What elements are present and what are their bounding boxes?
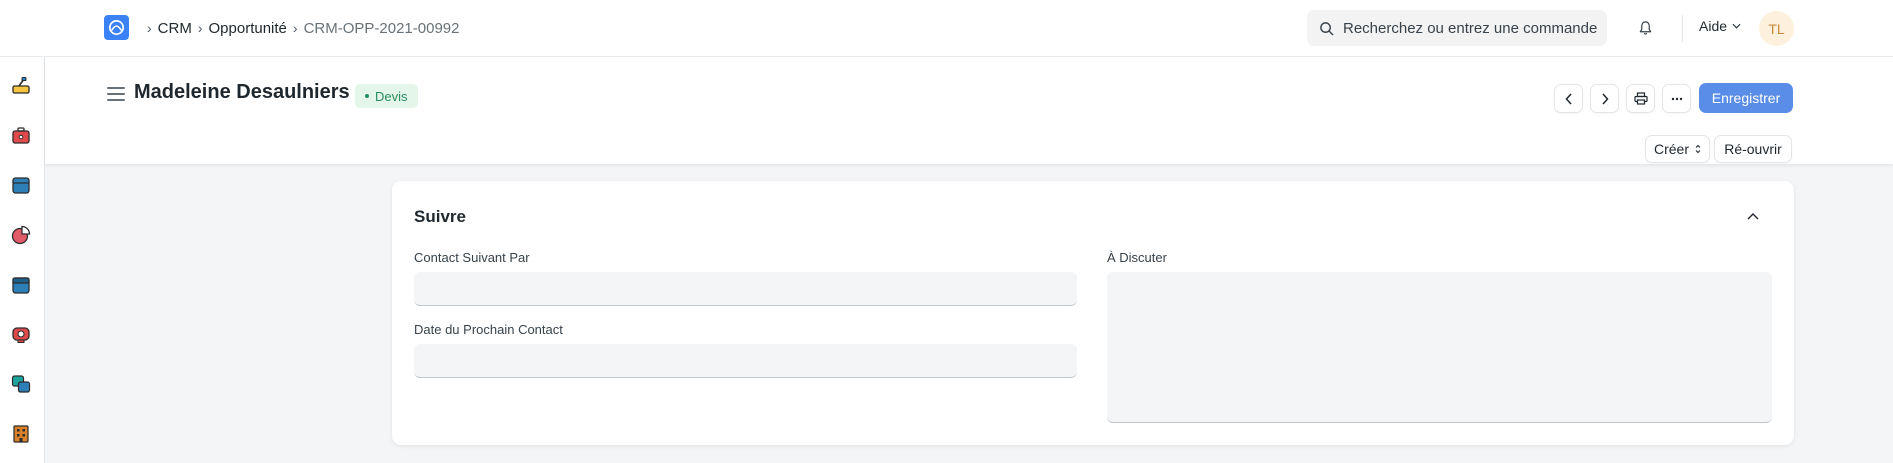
pie-chart-icon <box>11 225 31 245</box>
breadcrumb-opportunite[interactable]: Opportunité <box>209 20 287 37</box>
sidebar-item-support[interactable] <box>10 323 32 345</box>
printer-icon <box>1633 92 1648 105</box>
sidebar-item-tools[interactable] <box>10 75 32 97</box>
sidebar-item-toolbox[interactable] <box>10 124 32 146</box>
chevron-right-icon: › <box>292 20 298 36</box>
page-title: Madeleine Desaulniers <box>134 81 350 103</box>
support-icon <box>12 327 30 343</box>
select-arrows-icon <box>1695 144 1701 154</box>
navbar-divider <box>1682 15 1683 42</box>
print-button[interactable] <box>1626 84 1655 113</box>
breadcrumb-crm[interactable]: CRM <box>158 20 192 37</box>
sidebar-item-building[interactable] <box>10 423 32 445</box>
package-icon <box>12 177 30 194</box>
collapse-section-button[interactable] <box>1745 208 1761 224</box>
top-navbar: › CRM › Opportunité › CRM-OPP-2021-00992… <box>0 0 1893 57</box>
help-dropdown[interactable]: Aide <box>1699 18 1741 34</box>
contact-by-input[interactable] <box>414 272 1077 306</box>
search-bar[interactable]: Recherchez ou entrez une commande <box>1307 10 1607 46</box>
chevron-right-icon <box>1601 92 1609 105</box>
section-title: Suivre <box>414 207 466 226</box>
create-button-label: Créer <box>1654 141 1690 157</box>
follow-up-section: Suivre Contact Suivant Par Date du Proch… <box>392 181 1794 445</box>
status-dot <box>365 94 369 98</box>
status-badge: Devis <box>355 84 418 108</box>
save-button[interactable]: Enregistrer <box>1699 83 1793 113</box>
more-horizontal-icon <box>1671 97 1682 100</box>
contact-by-label: Contact Suivant Par <box>414 250 530 265</box>
reopen-button[interactable]: Ré-ouvrir <box>1714 135 1792 163</box>
breadcrumb-current-doc[interactable]: CRM-OPP-2021-00992 <box>304 20 460 37</box>
sidebar-item-package[interactable] <box>10 174 32 196</box>
archive-box-icon <box>12 277 30 294</box>
notification-bell-icon[interactable] <box>1635 18 1655 38</box>
status-badge-label: Devis <box>375 88 408 104</box>
next-doc-button[interactable] <box>1590 84 1619 113</box>
to-discuss-textarea[interactable] <box>1107 272 1772 423</box>
chevron-left-icon <box>1564 92 1572 105</box>
search-icon <box>1320 21 1334 35</box>
sidebar-item-stack[interactable] <box>10 373 32 395</box>
toolbox-icon <box>12 127 30 144</box>
search-placeholder: Recherchez ou entrez une commande <box>1343 19 1598 37</box>
page-header: Madeleine Desaulniers Devis Enregistrer … <box>45 57 1893 164</box>
avatar[interactable]: TL <box>1759 11 1794 46</box>
stack-icon <box>11 375 31 393</box>
breadcrumb: › CRM › Opportunité › CRM-OPP-2021-00992 <box>141 18 459 38</box>
sidebar-item-reports[interactable] <box>10 224 32 246</box>
next-contact-date-label: Date du Prochain Contact <box>414 322 563 337</box>
hamburger-menu-icon[interactable] <box>107 87 125 103</box>
building-icon <box>13 425 29 443</box>
previous-doc-button[interactable] <box>1554 84 1583 113</box>
create-dropdown-button[interactable]: Créer <box>1645 135 1710 163</box>
sidebar-rail <box>0 57 45 463</box>
more-actions-button[interactable] <box>1662 84 1691 113</box>
chevron-down-icon <box>1732 23 1741 29</box>
next-contact-date-input[interactable] <box>414 344 1077 378</box>
chevron-right-icon: › <box>197 20 203 36</box>
app-logo-icon[interactable] <box>104 15 129 40</box>
help-label: Aide <box>1699 18 1728 34</box>
tools-icon <box>12 77 30 94</box>
chevron-up-icon <box>1747 212 1759 219</box>
chevron-right-icon: › <box>147 20 152 36</box>
to-discuss-label: À Discuter <box>1107 250 1167 265</box>
sidebar-item-archive[interactable] <box>10 274 32 296</box>
